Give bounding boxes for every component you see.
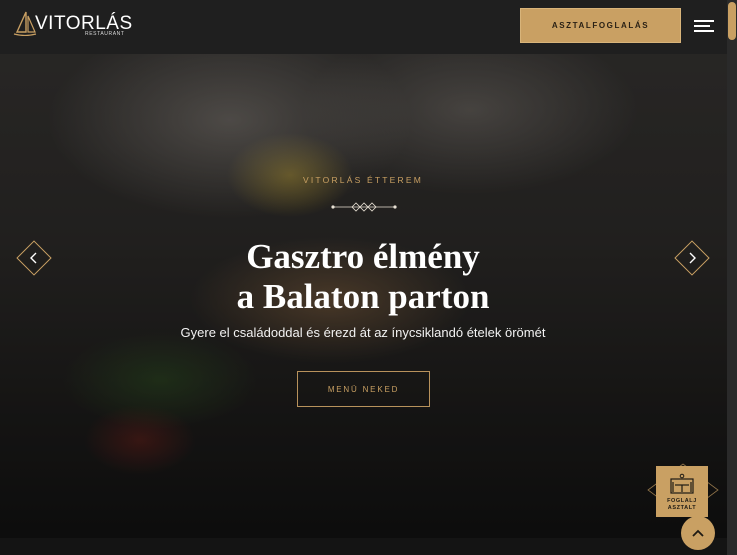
scroll-to-top-button[interactable] [681, 516, 715, 550]
chevron-left-icon[interactable] [13, 237, 55, 279]
chevron-up-icon [692, 529, 704, 537]
hero-slider: VITORLÁS ÉTTEREM Gasztro élmény a Balato… [0, 0, 737, 538]
reserve-table-button[interactable]: ASZTALFOGLALÁS [520, 8, 681, 43]
site-header: VITORLÁS RESTAURANT ASZTALFOGLALÁS [0, 0, 727, 54]
scrollbar-track[interactable] [727, 0, 737, 555]
scrollbar-thumb[interactable] [728, 2, 736, 40]
hero-headline-line2: a Balaton parton [236, 277, 490, 316]
ornament-divider-icon [331, 202, 397, 212]
book-table-line2: ASZTALT [667, 505, 697, 511]
hamburger-line [694, 25, 710, 27]
book-table-box[interactable]: FOGLALJ ASZTALT [656, 466, 708, 517]
menu-cta-button[interactable]: MENÜ NEKED [297, 371, 430, 407]
book-table-label: FOGLALJ ASZTALT [667, 498, 697, 512]
hero-headline: Gasztro élmény a Balaton parton [163, 237, 563, 317]
brand-subtitle: RESTAURANT [85, 31, 125, 37]
hero-eyebrow: VITORLÁS ÉTTEREM [302, 175, 424, 185]
hamburger-icon[interactable] [694, 20, 714, 32]
chevron-right-icon[interactable] [671, 237, 713, 279]
hero-headline-line1: Gasztro élmény [246, 237, 480, 276]
sail-icon [13, 11, 37, 36]
hamburger-line [694, 30, 714, 32]
table-chairs-icon [670, 473, 694, 494]
book-table-floating-button[interactable]: FOGLALJ ASZTALT [644, 460, 722, 520]
brand-logo[interactable]: VITORLÁS RESTAURANT [13, 10, 133, 40]
hamburger-line [694, 20, 714, 22]
hero-subline: Gyere el családoddal és érezd át az ínyc… [180, 325, 546, 340]
book-table-line1: FOGLALJ [667, 498, 697, 504]
